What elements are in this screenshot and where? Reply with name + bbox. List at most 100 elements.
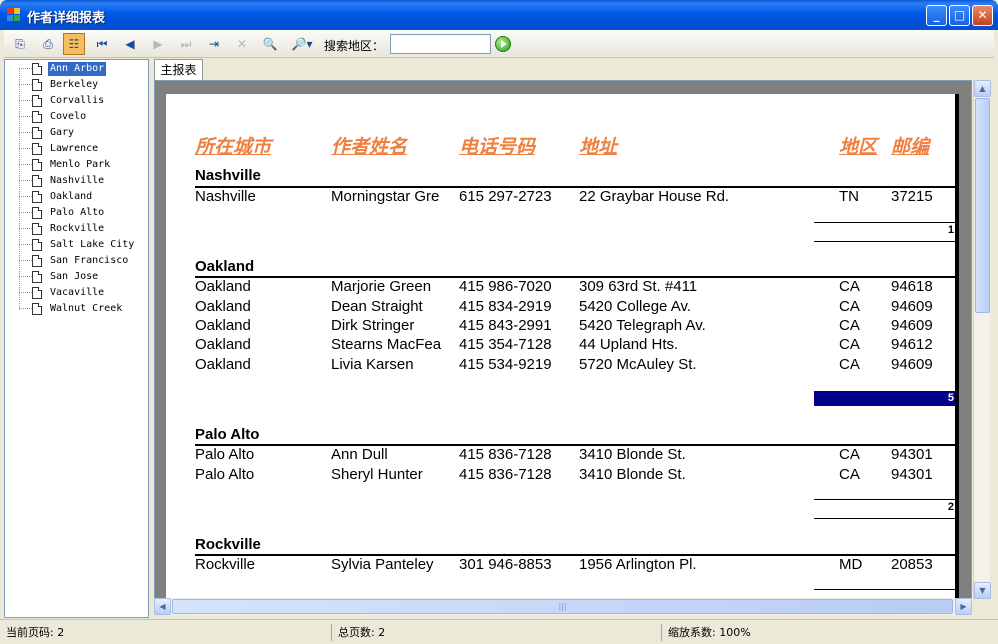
zoom-icon: 🔎▾ bbox=[291, 37, 313, 51]
tree-item-label: San Jose bbox=[50, 271, 99, 282]
group-tree[interactable]: Ann Arbor Berkeley Corvallis Covelo Gary Lawr… bbox=[4, 59, 149, 618]
cell-zip: 94609 bbox=[891, 356, 933, 373]
document-icon bbox=[32, 95, 42, 107]
vertical-scrollbar[interactable]: ▲ ▼ bbox=[973, 80, 991, 599]
column-header-state: 地区 bbox=[839, 136, 878, 158]
close-button[interactable]: ✕ bbox=[972, 5, 993, 26]
cell-name: Sylvia Panteley bbox=[331, 556, 434, 573]
document-icon bbox=[32, 191, 42, 203]
tree-connector bbox=[19, 164, 32, 165]
search-region-input[interactable] bbox=[390, 34, 491, 54]
cell-state: CA bbox=[839, 356, 860, 373]
cell-zip: 94301 bbox=[891, 466, 933, 483]
cell-phone: 415 836-7128 bbox=[459, 466, 552, 483]
tree-item[interactable]: Berkeley bbox=[5, 77, 148, 93]
tree-item[interactable]: Vacaville bbox=[5, 285, 148, 301]
cell-city: Oakland bbox=[195, 298, 251, 315]
tree-item[interactable]: Nashville bbox=[5, 173, 148, 189]
search-go-button[interactable] bbox=[495, 36, 511, 52]
status-bar: 当前页码: 2 总页数: 2 缩放系数: 100% bbox=[0, 619, 998, 644]
tree-connector bbox=[19, 68, 32, 69]
print-button[interactable]: ⎙ bbox=[37, 33, 59, 55]
export-button[interactable]: ⎘ bbox=[9, 33, 31, 55]
document-icon bbox=[32, 143, 42, 155]
tree-item[interactable]: Covelo bbox=[5, 109, 148, 125]
tree-item-label: Menlo Park bbox=[50, 159, 111, 170]
go-to-page-button[interactable]: ⇥ bbox=[203, 33, 225, 55]
scroll-left-button[interactable]: ◀ bbox=[154, 598, 171, 615]
group-header: Palo Alto bbox=[195, 426, 260, 443]
cell-city: Oakland bbox=[195, 336, 251, 353]
scroll-down-button[interactable]: ▼ bbox=[974, 582, 991, 599]
tree-connector bbox=[19, 292, 32, 293]
stop-button[interactable]: ✕ bbox=[231, 33, 253, 55]
tree-item-label: Corvallis bbox=[50, 95, 105, 106]
tree-connector bbox=[19, 196, 32, 197]
find-button[interactable]: 🔍 bbox=[259, 33, 281, 55]
tree-item[interactable]: Ann Arbor bbox=[5, 61, 148, 77]
vertical-scroll-thumb[interactable] bbox=[975, 98, 990, 313]
tab-main-report[interactable]: 主报表 bbox=[154, 59, 203, 80]
tree-item[interactable]: Rockville bbox=[5, 221, 148, 237]
group-header: Rockville bbox=[195, 536, 261, 553]
scroll-right-button[interactable]: ▶ bbox=[955, 598, 972, 615]
previous-page-button[interactable]: ◀ bbox=[119, 33, 141, 55]
cell-address: 3410 Blonde St. bbox=[579, 446, 686, 463]
cell-address: 44 Upland Hts. bbox=[579, 336, 679, 353]
cell-zip: 94301 bbox=[891, 446, 933, 463]
zoom-button[interactable]: 🔎▾ bbox=[287, 33, 317, 55]
cell-state: CA bbox=[839, 317, 860, 334]
tree-item-label: Oakland bbox=[50, 191, 93, 202]
cell-address: 22 Graybar House Rd. bbox=[579, 188, 730, 205]
group-tree-button[interactable]: ☷ bbox=[63, 33, 85, 55]
column-header-name: 作者姓名 bbox=[331, 136, 408, 158]
cell-zip: 20853 bbox=[891, 556, 933, 573]
tree-item[interactable]: Palo Alto bbox=[5, 205, 148, 221]
scroll-up-button[interactable]: ▲ bbox=[974, 80, 991, 97]
next-page-icon: ▶ bbox=[153, 37, 163, 51]
first-page-button[interactable]: ⏮ bbox=[91, 33, 113, 55]
last-page-button[interactable]: ⏭ bbox=[175, 33, 197, 55]
tree-item[interactable]: San Jose bbox=[5, 269, 148, 285]
group-header: Nashville bbox=[195, 167, 261, 184]
group-tree-icon: ☷ bbox=[68, 37, 80, 51]
minimize-button[interactable]: _ bbox=[926, 5, 947, 26]
cell-name: Marjorie Green bbox=[331, 278, 432, 295]
next-page-button[interactable]: ▶ bbox=[147, 33, 169, 55]
tree-item[interactable]: San Francisco bbox=[5, 253, 148, 269]
tree-connector bbox=[19, 244, 32, 245]
cell-address: 5420 Telegraph Av. bbox=[579, 317, 706, 334]
tree-item[interactable]: Lawrence bbox=[5, 141, 148, 157]
cell-address: 1956 Arlington Pl. bbox=[579, 556, 697, 573]
tree-item-label: Gary bbox=[50, 127, 75, 138]
cell-state: MD bbox=[839, 556, 863, 573]
window-title: 作者详细报表 bbox=[27, 11, 106, 26]
cell-name: Livia Karsen bbox=[331, 356, 414, 373]
previous-page-icon: ◀ bbox=[125, 37, 135, 51]
tree-connector bbox=[19, 308, 32, 309]
tree-item[interactable]: Salt Lake City bbox=[5, 237, 148, 253]
tree-item[interactable]: Menlo Park bbox=[5, 157, 148, 173]
horizontal-scroll-thumb[interactable]: ||| bbox=[172, 599, 953, 614]
document-icon bbox=[32, 303, 42, 315]
horizontal-scrollbar[interactable]: ◀ ||| ▶ bbox=[154, 598, 972, 615]
status-total-pages: 总页数: 2 bbox=[332, 624, 662, 641]
find-icon: 🔍 bbox=[262, 37, 278, 51]
tree-item-label: San Francisco bbox=[50, 255, 129, 266]
report-page: 所在城市 作者姓名 电话号码 地址 地区 邮编 Nashville Nashvil… bbox=[166, 94, 959, 598]
cell-state: CA bbox=[839, 466, 860, 483]
tree-connector bbox=[19, 180, 32, 181]
maximize-button[interactable]: □ bbox=[949, 5, 970, 26]
tree-item[interactable]: Gary bbox=[5, 125, 148, 141]
document-icon bbox=[32, 111, 42, 123]
tree-item[interactable]: Walnut Creek bbox=[5, 301, 148, 317]
title-bar[interactable]: 作者详细报表 _ □ ✕ bbox=[0, 0, 998, 30]
tree-item-label: Covelo bbox=[50, 111, 87, 122]
tree-item[interactable]: Oakland bbox=[5, 189, 148, 205]
cell-phone: 415 986-7020 bbox=[459, 278, 552, 295]
tree-item-label: Vacaville bbox=[50, 287, 105, 298]
search-region-label: 搜索地区： bbox=[324, 39, 385, 53]
tree-item[interactable]: Corvallis bbox=[5, 93, 148, 109]
status-zoom: 缩放系数: 100% bbox=[668, 626, 751, 639]
tree-connector bbox=[19, 84, 32, 85]
